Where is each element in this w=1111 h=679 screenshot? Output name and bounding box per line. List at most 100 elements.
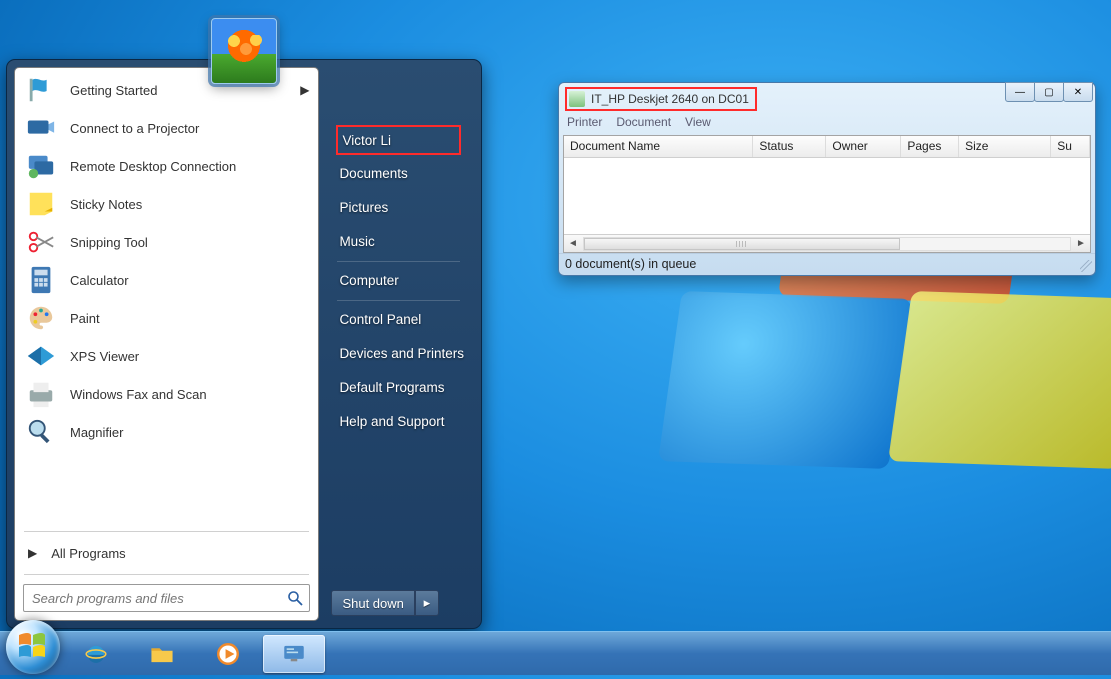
- start-menu-item-fax[interactable]: Windows Fax and Scan: [18, 375, 315, 413]
- start-menu-item-palette[interactable]: Paint: [18, 299, 315, 337]
- menu-document[interactable]: Document: [616, 115, 671, 133]
- taskbar-item-monitor[interactable]: [263, 635, 325, 673]
- resize-grip-icon[interactable]: [1080, 260, 1092, 272]
- start-right-divider: [337, 300, 460, 301]
- scroll-thumb[interactable]: [584, 238, 900, 250]
- all-programs-label: All Programs: [51, 546, 125, 561]
- start-right-link-help-and-support[interactable]: Help and Support: [333, 405, 464, 439]
- column-header-status[interactable]: Status: [753, 136, 826, 157]
- window-titlebar[interactable]: IT_HP Deskjet 2640 on DC01 — ▢ ✕: [559, 83, 1095, 113]
- column-headers: Document NameStatusOwnerPagesSizeSu: [564, 136, 1090, 158]
- palette-icon: [24, 303, 58, 333]
- start-menu-item-label: Sticky Notes: [70, 197, 142, 212]
- start-menu-item-label: Paint: [70, 311, 100, 326]
- rdc-icon: [24, 151, 58, 181]
- print-queue-grid: Document NameStatusOwnerPagesSizeSu ◄ ►: [563, 135, 1091, 253]
- all-programs[interactable]: ▶ All Programs: [18, 535, 315, 571]
- minimize-icon: —: [1015, 87, 1025, 98]
- internet-explorer-icon: [80, 641, 112, 667]
- start-menu-item-xps[interactable]: XPS Viewer: [18, 337, 315, 375]
- horizontal-scrollbar[interactable]: ◄ ►: [564, 234, 1090, 252]
- menu-printer[interactable]: Printer: [567, 115, 602, 133]
- start-right-link-label: Help and Support: [339, 414, 444, 429]
- magnifier-icon: [24, 417, 58, 447]
- start-menu-left-pane: Getting Started▶Connect to a ProjectorRe…: [14, 67, 319, 621]
- window-title: IT_HP Deskjet 2640 on DC01: [591, 92, 749, 106]
- media-player-icon: [212, 641, 244, 667]
- projector-icon: [24, 113, 58, 143]
- search-input[interactable]: [30, 590, 281, 607]
- start-right-link-default-programs[interactable]: Default Programs: [333, 371, 464, 405]
- triangle-right-icon: ▸: [424, 595, 431, 610]
- taskbar-item-explorer[interactable]: [131, 635, 193, 673]
- start-menu-item-scissors[interactable]: Snipping Tool: [18, 223, 315, 261]
- search-box[interactable]: [23, 584, 310, 612]
- close-button[interactable]: ✕: [1063, 82, 1093, 102]
- taskbar-item-ie[interactable]: [65, 635, 127, 673]
- fax-icon: [24, 379, 58, 409]
- status-bar: 0 document(s) in queue: [559, 253, 1095, 275]
- start-menu-divider: [24, 574, 309, 575]
- start-right-link-documents[interactable]: Documents: [333, 157, 464, 191]
- minimize-button[interactable]: —: [1005, 82, 1035, 102]
- column-header-owner[interactable]: Owner: [826, 136, 901, 157]
- start-menu-right-pane: Victor Li Documents Pictures Music Computer…: [319, 67, 474, 621]
- start-right-link-label: Documents: [339, 166, 407, 181]
- search-icon: [287, 590, 303, 606]
- scissors-icon: [24, 227, 58, 257]
- taskbar-item-wmp[interactable]: [197, 635, 259, 673]
- start-menu-item-label: Magnifier: [70, 425, 123, 440]
- start-right-link-label: Default Programs: [339, 380, 444, 395]
- start-menu-item-projector[interactable]: Connect to a Projector: [18, 109, 315, 147]
- start-button[interactable]: [6, 620, 60, 674]
- start-menu-item-sticky[interactable]: Sticky Notes: [18, 185, 315, 223]
- maximize-button[interactable]: ▢: [1034, 82, 1064, 102]
- start-right-link-label: Devices and Printers: [339, 346, 464, 361]
- start-menu-item-rdc[interactable]: Remote Desktop Connection: [18, 147, 315, 185]
- maximize-icon: ▢: [1044, 87, 1053, 98]
- start-right-link-control-panel[interactable]: Control Panel: [333, 303, 464, 337]
- close-icon: ✕: [1074, 87, 1082, 98]
- user-avatar[interactable]: [211, 18, 277, 84]
- start-right-link-label: Pictures: [339, 200, 388, 215]
- user-name-label: Victor Li: [342, 133, 391, 148]
- start-menu-item-label: Windows Fax and Scan: [70, 387, 207, 402]
- start-menu-item-label: Remote Desktop Connection: [70, 159, 236, 174]
- scroll-right-arrow[interactable]: ►: [1072, 238, 1090, 249]
- scroll-left-arrow[interactable]: ◄: [564, 238, 582, 249]
- scroll-grip-icon: [736, 241, 746, 247]
- status-text: 0 document(s) in queue: [565, 257, 696, 271]
- scroll-track[interactable]: [583, 237, 1071, 251]
- start-menu-item-calculator[interactable]: Calculator: [18, 261, 315, 299]
- xps-icon: [24, 341, 58, 371]
- column-header-pages[interactable]: Pages: [901, 136, 959, 157]
- start-right-link-computer[interactable]: Computer: [333, 264, 464, 298]
- printer-icon: [569, 91, 585, 107]
- start-right-link-devices-and-printers[interactable]: Devices and Printers: [333, 337, 464, 371]
- start-menu: Getting Started▶Connect to a ProjectorRe…: [6, 59, 482, 629]
- flag-icon: [24, 75, 58, 105]
- start-right-link-music[interactable]: Music: [333, 225, 464, 259]
- start-right-link-pictures[interactable]: Pictures: [333, 191, 464, 225]
- start-menu-item-label: Snipping Tool: [70, 235, 148, 250]
- column-header-document-name[interactable]: Document Name: [564, 136, 753, 157]
- menu-view[interactable]: View: [685, 115, 711, 133]
- start-menu-item-label: Calculator: [70, 273, 129, 288]
- sticky-icon: [24, 189, 58, 219]
- start-menu-item-label: XPS Viewer: [70, 349, 139, 364]
- start-right-divider: [337, 261, 460, 262]
- user-name-link[interactable]: Victor Li: [336, 125, 461, 155]
- start-menu-item-magnifier[interactable]: Magnifier: [18, 413, 315, 451]
- start-menu-item-label: Getting Started: [70, 83, 157, 98]
- taskbar: [0, 631, 1111, 675]
- column-header-su[interactable]: Su: [1051, 136, 1090, 157]
- shutdown-label: Shut down: [342, 596, 403, 611]
- menu-bar: Printer Document View: [559, 113, 1095, 135]
- calculator-icon: [24, 265, 58, 295]
- column-header-size[interactable]: Size: [959, 136, 1051, 157]
- queue-body-empty: [564, 158, 1090, 234]
- shutdown-button[interactable]: Shut down: [331, 590, 414, 616]
- start-right-link-label: Music: [339, 234, 374, 249]
- shutdown-options-button[interactable]: ▸: [415, 590, 439, 616]
- shutdown-group: Shut down ▸: [331, 590, 438, 616]
